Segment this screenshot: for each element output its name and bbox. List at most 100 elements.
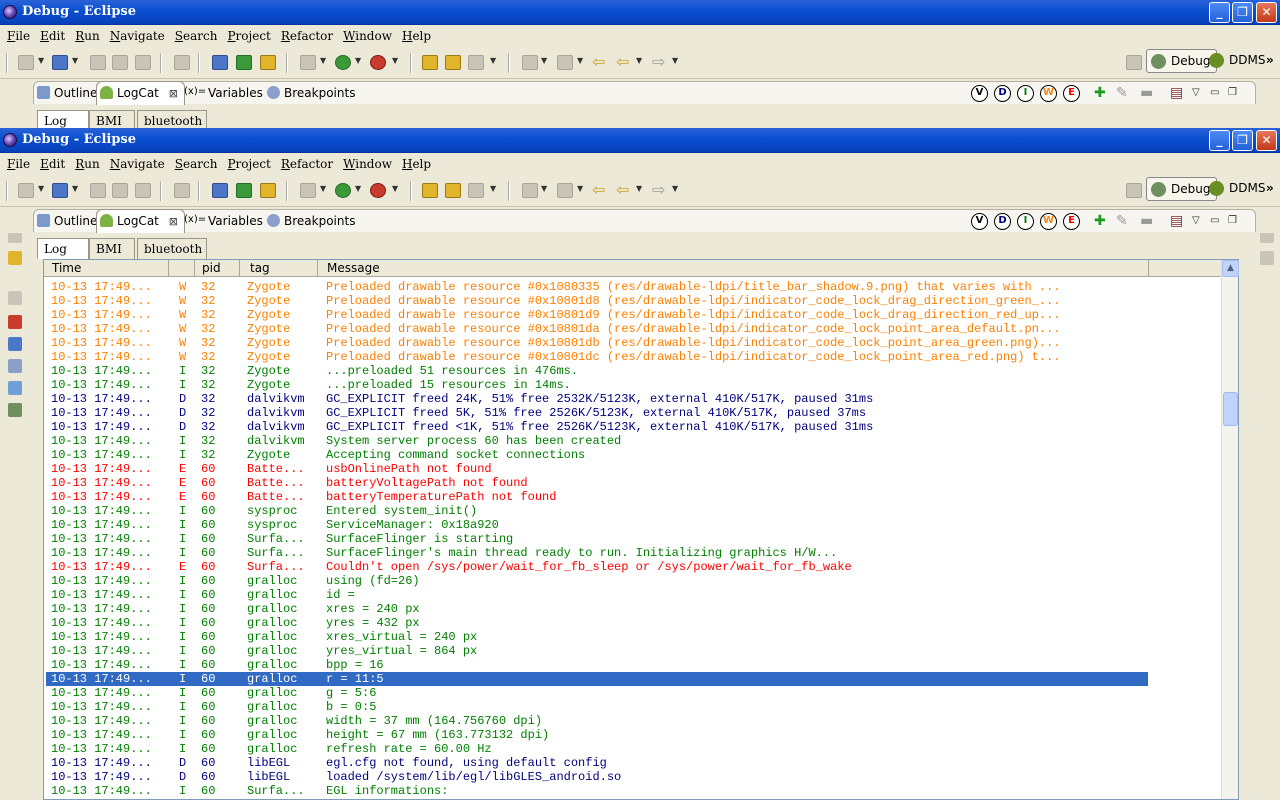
log-table[interactable]: Time pid tag Message 10-13 17:49... W 32 Zy…	[43, 259, 1239, 800]
menu-run[interactable]: Run	[70, 25, 105, 43]
subtab-bluetooth[interactable]: bluetooth	[137, 238, 207, 259]
chevron-down-icon[interactable]: ▼	[38, 56, 44, 65]
tab-variables[interactable]: (x)= Variables	[180, 210, 269, 232]
restore-icon[interactable]	[8, 291, 22, 305]
remove-filter-icon[interactable]: ▬	[1140, 86, 1153, 100]
prev-annotation-icon[interactable]	[557, 183, 573, 198]
log-row[interactable]: 10-13 17:49... I 60 gralloc xres = 240 px	[46, 602, 1222, 616]
log-row[interactable]: 10-13 17:49... E 60 Batte... usbOnlinePath n…	[46, 462, 1222, 476]
run-icon[interactable]	[335, 183, 351, 198]
log-row[interactable]: 10-13 17:49... I 60 gralloc b = 0:5	[46, 700, 1222, 714]
edit-filter-icon[interactable]: ✎	[1116, 86, 1128, 100]
debug-bug-icon[interactable]	[300, 183, 316, 198]
problems-icon[interactable]	[8, 381, 22, 395]
subtab-log[interactable]: Log	[37, 238, 89, 259]
android-sdk-icon[interactable]	[174, 183, 190, 198]
print-icon[interactable]	[135, 55, 151, 70]
clear-log-icon[interactable]: ▤	[1170, 86, 1183, 100]
log-row[interactable]: 10-13 17:49... E 60 Batte... batteryVoltageP…	[46, 476, 1222, 490]
console-icon[interactable]	[8, 337, 22, 351]
next-annotation-icon[interactable]	[522, 183, 538, 198]
next-annotation-icon[interactable]	[522, 55, 538, 70]
menu-run[interactable]: Run	[70, 153, 105, 171]
new-android-project-icon[interactable]	[212, 55, 228, 70]
view-menu-icon[interactable]: ▽	[1192, 86, 1200, 100]
add-filter-icon[interactable]: ✚	[1094, 86, 1106, 100]
chevron-down-icon[interactable]: ▼	[636, 184, 642, 193]
log-row[interactable]: 10-13 17:49... I 60 gralloc using (fd=26)	[46, 574, 1222, 588]
log-row[interactable]: 10-13 17:49... D 32 dalvikvm GC_EXPLICIT fre…	[46, 420, 1222, 434]
run-icon[interactable]	[335, 55, 351, 70]
search-tool-icon[interactable]	[468, 183, 484, 198]
add-filter-icon[interactable]: ✚	[1094, 214, 1106, 228]
close-tab-icon[interactable]: ⊠	[169, 215, 178, 228]
column-tag[interactable]: tag	[250, 261, 270, 275]
new-android-test-icon[interactable]	[236, 183, 252, 198]
open-folder-icon[interactable]	[445, 183, 461, 198]
menu-edit[interactable]: Edit	[35, 153, 70, 171]
verbose-filter-button[interactable]: V	[971, 213, 988, 230]
column-divider[interactable]	[194, 260, 195, 277]
remove-filter-icon[interactable]: ▬	[1140, 214, 1153, 228]
chevron-down-icon[interactable]: ▼	[72, 184, 78, 193]
chevron-down-icon[interactable]: ▼	[355, 56, 361, 65]
last-edit-icon[interactable]: ⇦	[592, 54, 608, 70]
chevron-down-icon[interactable]: ▼	[320, 184, 326, 193]
open-perspective-icon[interactable]	[1126, 183, 1142, 198]
debug-view-icon[interactable]	[8, 315, 22, 329]
debug-bug-icon[interactable]	[300, 55, 316, 70]
back-arrow-icon[interactable]: ⇦	[616, 54, 632, 70]
column-message[interactable]: Message	[327, 261, 380, 275]
chevron-down-icon[interactable]: ▼	[672, 56, 678, 65]
log-row[interactable]: 10-13 17:49... I 60 sysproc Entered system_i…	[46, 504, 1222, 518]
menu-refactor[interactable]: Refactor	[276, 25, 338, 43]
maximize-button[interactable]: ❐	[1232, 2, 1253, 23]
column-divider[interactable]	[1148, 260, 1149, 277]
log-row[interactable]: 10-13 17:49... W 32 Zygote Preloaded drawabl…	[46, 336, 1222, 350]
new-android-project-icon[interactable]	[212, 183, 228, 198]
chevron-down-icon[interactable]: ▼	[392, 184, 398, 193]
log-row[interactable]: 10-13 17:49... E 60 Batte... batteryTemperat…	[46, 490, 1222, 504]
new-android-xml-icon[interactable]	[260, 183, 276, 198]
back-arrow-icon[interactable]: ⇦	[616, 182, 632, 198]
title-bar[interactable]: Debug - Eclipse _ ❐ ✕	[0, 0, 1280, 25]
new-android-xml-icon[interactable]	[260, 55, 276, 70]
tab-logcat[interactable]: LogCat ⊠	[96, 81, 185, 105]
forward-arrow-icon[interactable]: ⇨	[652, 182, 668, 198]
chevron-down-icon[interactable]: ▼	[541, 184, 547, 193]
log-row[interactable]: 10-13 17:49... W 32 Zygote Preloaded drawabl…	[46, 322, 1222, 336]
chevron-down-icon[interactable]: ▼	[577, 184, 583, 193]
log-row[interactable]: 10-13 17:49... I 32 Zygote ...preloaded 51 r…	[46, 364, 1222, 378]
save-all-icon[interactable]	[112, 183, 128, 198]
column-divider[interactable]	[168, 260, 169, 277]
save-icon[interactable]	[90, 55, 106, 70]
menu-project[interactable]: Project	[222, 153, 275, 171]
warn-filter-button[interactable]: W	[1040, 213, 1057, 230]
log-row[interactable]: 10-13 17:49... I 60 gralloc refresh rate = 6…	[46, 742, 1222, 756]
open-folder-icon[interactable]	[445, 55, 461, 70]
perspective-ddms[interactable]: DDMS	[1205, 49, 1271, 73]
outline-view-icon[interactable]	[1260, 251, 1274, 265]
new-android-test-icon[interactable]	[236, 55, 252, 70]
close-tab-icon[interactable]: ⊠	[169, 87, 178, 100]
error-filter-button[interactable]: E	[1063, 85, 1080, 102]
tab-variables[interactable]: (x)= Variables	[180, 82, 269, 104]
debug-filter-button[interactable]: D	[994, 213, 1011, 230]
subtab-bmi[interactable]: BMI	[89, 238, 135, 259]
log-row[interactable]: 10-13 17:49... I 60 gralloc id =	[46, 588, 1222, 602]
chevron-down-icon[interactable]: ▼	[320, 56, 326, 65]
prev-annotation-icon[interactable]	[557, 55, 573, 70]
menu-file[interactable]: File	[2, 25, 35, 43]
column-pid[interactable]: pid	[202, 261, 221, 275]
maximize-view-icon[interactable]: ❐	[1228, 214, 1237, 228]
log-row[interactable]: 10-13 17:49... I 32 Zygote ...preloaded 15 r…	[46, 378, 1222, 392]
new-icon[interactable]	[18, 183, 34, 198]
forward-arrow-icon[interactable]: ⇨	[652, 54, 668, 70]
log-row[interactable]: 10-13 17:49... D 60 libEGL loaded /system/li…	[46, 770, 1222, 784]
log-row[interactable]: 10-13 17:49... W 32 Zygote Preloaded drawabl…	[46, 350, 1222, 364]
log-row[interactable]: 10-13 17:49... I 60 gralloc height = 67 mm (…	[46, 728, 1222, 742]
chevron-down-icon[interactable]: ▼	[577, 56, 583, 65]
log-row[interactable]: 10-13 17:49... I 60 Surfa... SurfaceFlinger …	[46, 532, 1222, 546]
scrollbar-thumb[interactable]	[1223, 392, 1238, 426]
open-perspective-icon[interactable]	[1126, 55, 1142, 70]
